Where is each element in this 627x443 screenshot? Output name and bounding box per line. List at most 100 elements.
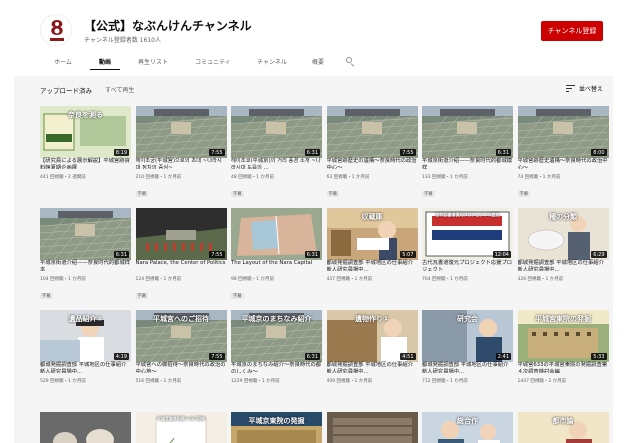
thumbnail-caption: 平城京東院の発掘 [248,417,305,425]
video-thumbnail[interactable]: 古代瓦書道復元プロジェクトの歴史 12:04 [422,208,513,260]
video-card[interactable] [40,412,131,443]
video-info: 516 回視聴・1 か月前 [136,378,227,384]
video-meta: 48 回視聴・1 か月前 [231,175,274,180]
video-meta: 409 回視聴・1 か月前 [326,379,373,384]
video-title[interactable]: Nara Palace, the Center of Politics [136,257,227,271]
video-card[interactable]: 平城宮東院の発掘 5:33 平城宮633の平城宮東院の発掘調査第４次調査検討会編 14… [517,310,609,384]
video-thumbnail[interactable]: 8:00 [517,106,609,158]
video-card[interactable]: 7:55 헤이조궁(平城宮)으로의 초대 ~나라시대 정치의 중심~ 210 回視聴… [135,106,227,197]
play-all-link[interactable]: すべて再生 [105,85,134,94]
video-meta: 326 回視聴・1 か月前 [517,277,564,282]
video-thumbnail[interactable]: 平城宮跡資料館へのご招待 [135,412,227,443]
video-card[interactable]: 都市論 [517,412,609,443]
video-title[interactable]: The Layout of the Nara Capital [231,257,322,271]
subtitle-badge: 字幕 [40,293,53,299]
video-card[interactable]: 平城宮跡資料館へのご招待 [135,412,227,443]
video-info: 124 回視聴・1 か月前 字幕 [135,276,227,301]
video-thumbnail[interactable] [326,412,418,443]
video-info: 74 回視聴・1 か月前 字幕 [517,174,609,199]
video-thumbnail[interactable]: 平城宮東院の発掘 5:33 [517,310,609,362]
video-thumbnail[interactable]: 平城宮へのご招待 7:55 [135,310,227,362]
video-title[interactable]: 都城発掘調査部 平城地区の仕事紹介 新人研究員場中... [327,257,418,271]
video-meta: 63 回視聴・1 か月前 [326,175,370,180]
video-info: 104 回視聴・1 か月前 字幕 [40,276,131,301]
video-card[interactable]: 7:55 Nara Palace, the Center of Politics 1… [135,208,227,299]
video-info: 133 回視聴・1 か月前 字幕 [422,174,513,199]
video-title[interactable]: 헤이조궁(平城宮)으로의 초대 ~나라시대 정치의 중심~ [136,155,227,169]
video-thumbnail[interactable]: 総合作 [422,412,513,443]
subscribe-button[interactable]: チャンネル登録 [541,21,603,41]
video-title[interactable]: 平城京のまちなみ紹介～奈良時代の都のしくみ～ [231,359,322,373]
video-title[interactable]: 平城宮への御招待～奈良時代の政治の中心地～ [136,359,227,373]
video-thumbnail[interactable]: 平城京のまちなみ紹介 6:31 [231,310,322,362]
video-title[interactable]: 平城京街道介绍——奈良时代的都城模样 [422,155,513,169]
video-card[interactable]: 遺品紹介② 4:19 都城発掘調査部 平城地区の仕事紹介 新人研究員場中... 529… [40,310,131,384]
video-thumbnail[interactable]: 6:31 [231,106,322,158]
video-info: 441 回視聴・2 週間前 [40,174,131,180]
video-title[interactable]: 【研究員による展示解説】平城宮跡資料館夏期企画展 [40,155,131,169]
thumbnail-caption: 都市論 [552,417,574,425]
video-card[interactable]: 平城京東院の発掘 [231,412,322,443]
video-info: 712 回視聴・1 か月前 [422,378,513,384]
video-thumbnail[interactable]: 7:55 [135,208,227,260]
video-card[interactable]: 6:31 헤이조쿄(平城京)의 거리 풍경 소개 ~나라시대 도읍의 ... 48 … [231,106,322,197]
tab-2[interactable]: 再生リスト [124,54,182,74]
video-thumbnail[interactable]: 遺品紹介② 4:19 [40,310,131,362]
video-card[interactable]: 総合作 [422,412,513,443]
tab-5[interactable]: 概要 [300,54,336,74]
video-title[interactable]: 都城発掘調査部 平城地区の仕事紹介 新人研究員場中... [327,359,418,373]
video-thumbnail[interactable]: 6:31 [40,208,131,260]
video-thumbnail[interactable]: 遺物作り① 4:51 [326,310,418,362]
video-title[interactable]: 古代瓦書道復元プロジェクト応援プロジェクト [422,257,513,271]
video-card[interactable]: 種の分類 6:29 都城発掘調査部 平城地区の仕事紹介 新人研究員場中... 326 … [517,208,609,282]
video-card[interactable]: 研究会 2:41 都城発掘調査部 平城地区の仕事紹介 新人研究員場中... 712 回… [422,310,513,384]
video-info: 210 回視聴・1 か月前 字幕 [135,174,227,199]
video-thumbnail[interactable]: 都市論 [517,412,609,443]
video-card[interactable]: 平城京のまちなみ紹介 6:31 平城京のまちなみ紹介～奈良時代の都のしくみ～ 1229… [231,310,322,384]
channel-search-icon[interactable] [342,54,360,70]
tab-0[interactable]: ホーム [40,54,86,74]
tab-3[interactable]: コミュニティ [182,54,244,74]
video-meta: 133 回視聴・1 か月前 [422,175,468,180]
video-card[interactable]: 収蔵庫 5:07 都城発掘調査部 平城地区の仕事紹介 新人研究員場中... 437 回… [326,208,418,282]
video-card[interactable]: 6:31 平城京街道介绍——奈良时代的都城样本 104 回視聴・1 か月前 字幕 [40,208,131,299]
thumbnail-caption: 平城宮跡資料館へのご招待 [157,416,205,421]
sort-button[interactable]: 並べ替え [565,84,603,93]
video-thumbnail[interactable]: 種の分類 6:29 [517,208,609,260]
video-title[interactable]: 都城発掘調査部 平城地区の仕事紹介 新人研究員場中... [40,359,131,373]
video-card[interactable]: 奈良を測る 8:19 【研究員による展示解説】平城宮跡資料館夏期企画展 441 回視聴… [40,106,131,180]
tab-1[interactable]: 動画 [86,54,124,74]
video-card[interactable]: 8:00 平城宮跡歴史遺構～奈良時代の政治中心～ 74 回視聴・1 か月前 字幕 [517,106,609,197]
video-thumbnail[interactable]: 6:31 [231,208,322,260]
video-meta: 764 回視聴・1 か月前 [422,277,468,282]
video-thumbnail[interactable] [40,412,131,443]
tab-4[interactable]: チャンネル [244,54,300,74]
video-thumbnail[interactable]: 7:55 [326,106,418,158]
channel-avatar[interactable] [40,14,72,46]
subscriber-count: チャンネル登録者数 1610人 [84,37,161,44]
video-meta: 124 回視聴・1 か月前 [135,277,182,282]
video-title[interactable]: 都城発掘調査部 平城地区の仕事紹介 新人研究員場中... [518,257,609,271]
video-card[interactable]: 7:55 平城宮跡歴史の遺構～奈良時代の政治中心～ 63 回視聴・1 か月前 字幕 [326,106,418,197]
video-card[interactable] [326,412,418,443]
video-title[interactable]: 平城宮633の平城宮東院の発掘調査第４次調査検討会編 [518,359,609,373]
video-thumbnail[interactable]: 奈良を測る 8:19 [40,106,131,158]
video-card[interactable]: 遺物作り① 4:51 都城発掘調査部 平城地区の仕事紹介 新人研究員場中... 409… [326,310,418,384]
video-thumbnail[interactable]: 研究会 2:41 [422,310,513,362]
video-card[interactable]: 6:31 The Layout of the Nara Capital 98 回視聴… [231,208,322,299]
video-meta: 74 回視聴・1 か月前 [517,175,561,180]
video-thumbnail[interactable]: 収蔵庫 5:07 [326,208,418,260]
video-title[interactable]: 平城宮跡歴史の遺構～奈良時代の政治中心～ [327,155,418,169]
subtitle-badge: 字幕 [231,293,244,299]
video-thumbnail[interactable]: 7:55 [135,106,227,158]
video-title[interactable]: 都城発掘調査部 平城地区の仕事紹介 新人研究員場中... [422,359,513,373]
video-title[interactable]: 平城宮跡歴史遺構～奈良時代の政治中心～ [518,155,609,169]
video-card[interactable]: 平城宮へのご招待 7:55 平城宮への御招待～奈良時代の政治の中心地～ 516 回視聴… [135,310,227,384]
video-thumbnail[interactable]: 平城京東院の発掘 [231,412,322,443]
video-title[interactable]: 헤이조쿄(平城京)의 거리 풍경 소개 ~나라시대 도읍의 ... [231,155,322,169]
video-info: 764 回視聴・1 か月前 [422,276,513,282]
video-card[interactable]: 6:31 平城京街道介绍——奈良时代的都城模样 133 回視聴・1 か月前 字幕 [422,106,513,197]
video-thumbnail[interactable]: 6:31 [422,106,513,158]
video-title[interactable]: 平城京街道介绍——奈良时代的都城样本 [40,257,131,271]
video-card[interactable]: 古代瓦書道復元プロジェクトの歴史 12:04 古代瓦書道復元プロジェクト応援プロジェ… [422,208,513,282]
